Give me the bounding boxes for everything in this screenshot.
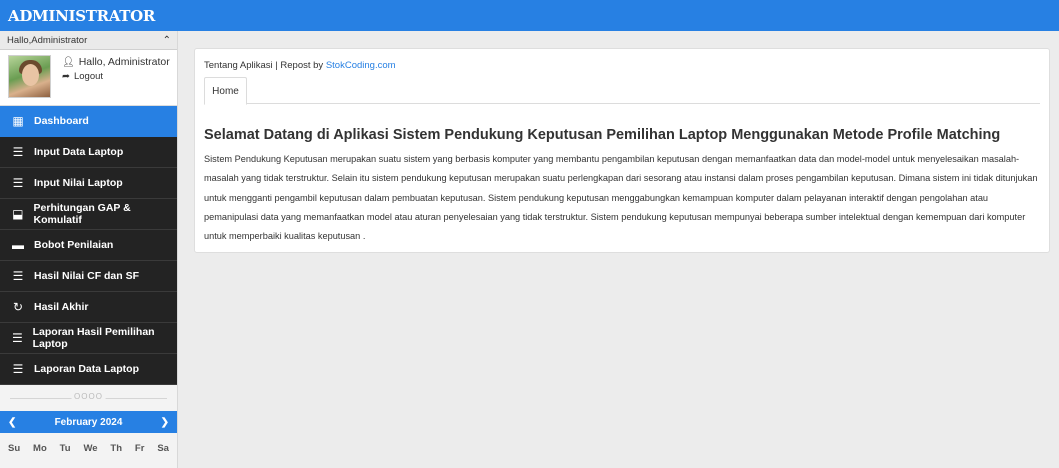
user-name-line: 👤︎ Hallo, Administrator — [62, 56, 170, 68]
sidebar-item-label: Laporan Hasil Pemilihan Laptop — [32, 326, 155, 350]
tab-bar: Home — [204, 77, 1040, 105]
comment-icon: ▬ — [12, 238, 24, 252]
sidebar-item-hasil-akhir[interactable]: ↻ Hasil Akhir — [0, 292, 177, 323]
sidebar-item-label: Hasil Nilai CF dan SF — [34, 270, 140, 282]
dashboard-icon: ▦ — [12, 114, 24, 128]
weekday: We — [83, 443, 98, 454]
panel-heading: Tentang Aplikasi | Repost by StokCoding.… — [204, 60, 396, 71]
sidebar-item-input-nilai-laptop[interactable]: ☰ Input Nilai Laptop — [0, 168, 177, 199]
sidebar-item-dashboard[interactable]: ▦ Dashboard — [0, 106, 177, 137]
weekday: Mo — [33, 443, 47, 454]
sidebar-item-laporan-hasil-pemilihan[interactable]: ☰ Laporan Hasil Pemilihan Laptop — [0, 323, 177, 354]
sidebar-item-hasil-nilai-cf-sf[interactable]: ☰ Hasil Nilai CF dan SF — [0, 261, 177, 292]
tab-home[interactable]: Home — [204, 77, 247, 105]
panel-heading-text: Tentang Aplikasi | Repost by — [204, 60, 326, 71]
separator-dots: OOOO — [71, 392, 106, 401]
sidebar-item-label: Bobot Penilaian — [34, 239, 114, 251]
sidebar-item-perhitungan-gap[interactable]: ⬓ Perhitungan GAP & Komulatif — [0, 199, 177, 230]
list-icon: ☰ — [12, 269, 24, 283]
user-name: Hallo, Administrator — [78, 56, 170, 68]
user-box: 👤︎ Hallo, Administrator ➦ Logout — [0, 50, 177, 106]
list-icon: ☰ — [12, 176, 24, 190]
repost-link[interactable]: StokCoding.com — [326, 60, 396, 71]
avatar — [8, 55, 51, 98]
logout-label: Logout — [73, 71, 104, 82]
user-icon: 👤︎ — [62, 56, 75, 68]
user-panel-header[interactable]: Hallo,Administrator ⌃ — [0, 31, 177, 50]
calendar-month: February 2024 — [54, 416, 123, 428]
page-title: Selamat Datang di Aplikasi Sistem Penduk… — [204, 127, 1001, 143]
sidebar-item-label: Input Data Laptop — [34, 146, 124, 158]
sidebar: Hallo,Administrator ⌃ 👤︎ Hallo, Administ… — [0, 31, 178, 468]
content-panel: Tentang Aplikasi | Repost by StokCoding.… — [194, 48, 1050, 253]
chevron-left-icon[interactable]: ❮ — [8, 417, 16, 428]
sidebar-item-label: Hasil Akhir — [34, 301, 89, 313]
calendar-weekdays: Su Mo Tu We Th Fr Sa — [0, 433, 177, 454]
page-description: Sistem Pendukung Keputusan merupakan sua… — [204, 154, 1038, 242]
sidebar-item-input-data-laptop[interactable]: ☰ Input Data Laptop — [0, 137, 177, 168]
weekday: Sa — [157, 443, 169, 454]
weekday: Tu — [59, 443, 71, 454]
chevron-up-icon[interactable]: ⌃ — [163, 35, 171, 46]
list-icon: ☰ — [12, 145, 24, 159]
sidebar-item-laporan-data-laptop[interactable]: ☰ Laporan Data Laptop — [0, 354, 177, 385]
top-navbar: ADMINISTRATOR — [0, 0, 1059, 31]
sidebar-item-bobot-penilaian[interactable]: ▬ Bobot Penilaian — [0, 230, 177, 261]
chevron-right-icon[interactable]: ❯ — [161, 417, 169, 428]
archive-icon: ⬓ — [12, 207, 24, 221]
weekday: Fr — [134, 443, 145, 454]
brand-title[interactable]: ADMINISTRATOR — [8, 7, 155, 25]
logout-link[interactable]: ➦ Logout — [62, 71, 103, 82]
refresh-icon: ↻ — [12, 300, 24, 314]
list-icon: ☰ — [12, 362, 24, 376]
sidebar-item-label: Input Nilai Laptop — [34, 177, 123, 189]
sidebar-item-label: Dashboard — [34, 115, 89, 127]
sidebar-item-label: Laporan Data Laptop — [34, 363, 140, 375]
sidebar-separator: OOOO — [0, 385, 177, 411]
arrow-right-icon: ➦ — [62, 71, 70, 82]
sidebar-item-label: Perhitungan GAP & Komulatif — [33, 202, 131, 226]
sidebar-menu: ▦ Dashboard ☰ Input Data Laptop ☰ Input … — [0, 106, 177, 385]
user-greeting: Hallo,Administrator — [7, 34, 88, 46]
weekday: Su — [8, 443, 21, 454]
weekday: Th — [110, 443, 123, 454]
calendar-header: ❮ February 2024 ❯ — [0, 411, 177, 433]
list-icon: ☰ — [11, 331, 23, 345]
